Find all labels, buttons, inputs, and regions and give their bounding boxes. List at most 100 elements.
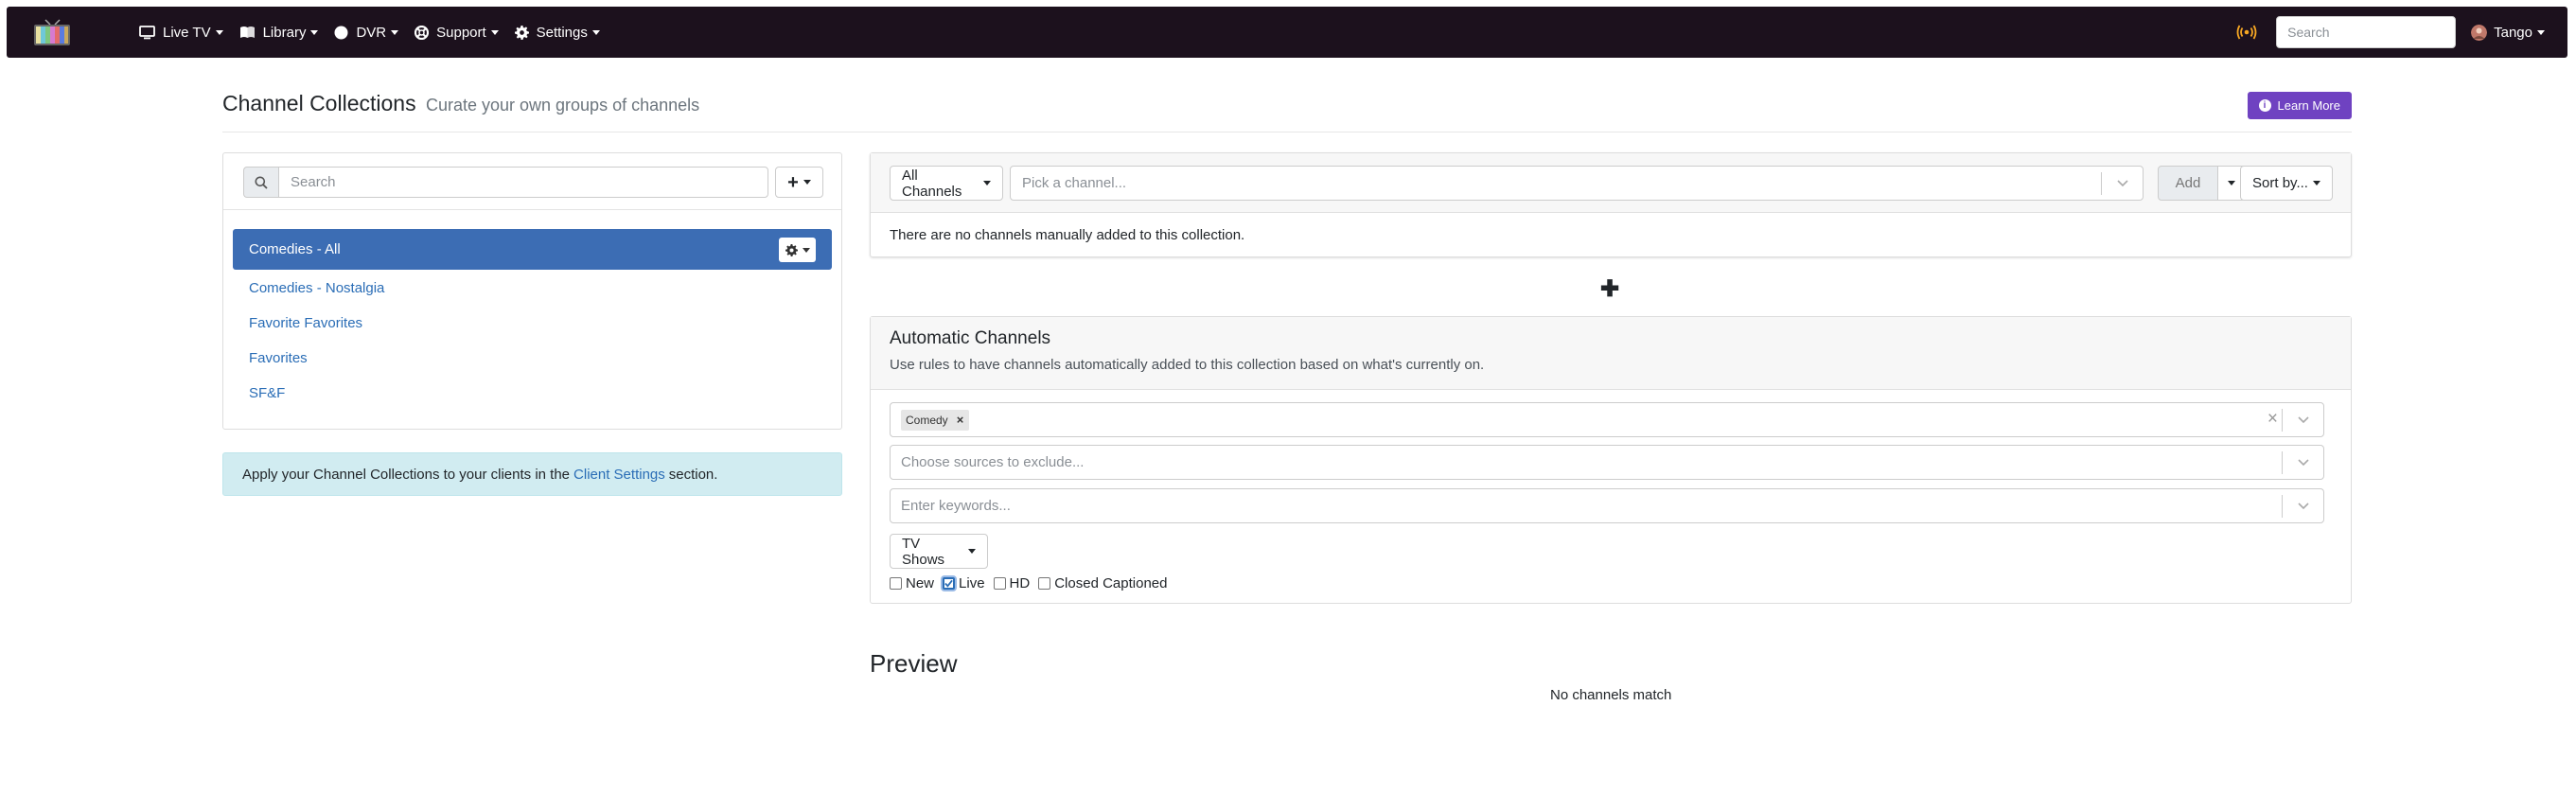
genre-tag-label: Comedy: [906, 413, 948, 427]
filter-hd[interactable]: HD: [993, 575, 1031, 591]
caret-down-icon: [2312, 181, 2320, 185]
note-suffix: section.: [668, 466, 718, 483]
client-settings-link[interactable]: Client Settings: [573, 467, 665, 483]
filter-label: New: [906, 575, 935, 591]
filter-live[interactable]: Live: [943, 575, 985, 591]
chevron-down-icon[interactable]: [2101, 172, 2143, 195]
collection-search-input[interactable]: [278, 167, 768, 198]
nav-support-label: Support: [436, 24, 486, 41]
main-menu: Live TV Library DVR Support Settings: [139, 7, 616, 58]
filter-label: HD: [1009, 575, 1031, 591]
collection-item-favorite-favorites[interactable]: Favorite Favorites: [233, 306, 832, 341]
nav-live-tv-label: Live TV: [163, 24, 211, 41]
page-title: Channel Collections Curate your own grou…: [222, 91, 699, 116]
collection-label: SF&F: [249, 385, 286, 401]
caret-down-icon: [591, 29, 600, 35]
collection-label: Favorite Favorites: [249, 315, 363, 331]
add-channel-button[interactable]: Add: [2158, 166, 2218, 201]
manual-channels-toolbar: All Channels Pick a channel... Add Sort …: [871, 153, 2351, 213]
collection-item-sff[interactable]: SF&F: [233, 376, 832, 411]
nav-library-label: Library: [262, 24, 307, 41]
search-icon: [243, 167, 278, 198]
nav-dvr[interactable]: DVR: [334, 24, 399, 41]
collection-list: Comedies - All Comedies - Nostalgia Favo…: [233, 229, 832, 411]
caret-down-icon: [490, 29, 499, 35]
channel-source-label: All Channels: [902, 167, 962, 200]
collection-label: Comedies - Nostalgia: [249, 280, 385, 296]
manual-channels-panel: All Channels Pick a channel... Add Sort …: [870, 152, 2352, 257]
nav-support[interactable]: Support: [415, 25, 499, 41]
add-collection-dropdown[interactable]: +: [775, 167, 823, 198]
add-rule-plus-icon[interactable]: ✚: [1600, 278, 1619, 301]
filter-closed-captioned[interactable]: Closed Captioned: [1038, 575, 1167, 591]
caret-down-icon: [215, 29, 223, 35]
gear-icon: [785, 243, 798, 256]
caret-down-icon: [803, 180, 811, 185]
filter-checkboxes: New Live HD Closed Captioned: [890, 575, 1175, 591]
chevron-down-icon[interactable]: [2282, 495, 2323, 518]
automatic-channels-subtitle: Use rules to have channels automatically…: [890, 357, 1485, 373]
collection-label: Favorites: [249, 350, 308, 366]
client-settings-note: Apply your Channel Collections to your c…: [222, 452, 842, 496]
collection-label: Comedies - All: [249, 241, 341, 257]
new-checkbox[interactable]: [890, 577, 902, 590]
content-type-dropdown[interactable]: TV Shows: [890, 534, 988, 569]
book-icon: [239, 26, 255, 38]
learn-more-button[interactable]: i Learn More: [2247, 92, 2352, 119]
automatic-channels-title: Automatic Channels: [890, 328, 1051, 348]
chevron-down-icon[interactable]: [2282, 409, 2323, 432]
sort-label: Sort by...: [2252, 175, 2308, 191]
keywords-placeholder: Enter keywords...: [901, 498, 1011, 514]
plus-icon: +: [787, 171, 799, 193]
preview-empty-text: No channels match: [1550, 687, 1672, 703]
navbar-right: Tango: [2236, 7, 2545, 58]
genre-tag: Comedy ×: [901, 409, 970, 431]
automatic-channels-header: Automatic Channels Use rules to have cha…: [871, 317, 2351, 390]
nav-settings[interactable]: Settings: [514, 25, 600, 41]
remove-tag-icon[interactable]: ×: [957, 413, 964, 427]
global-search-input[interactable]: [2276, 16, 2457, 48]
exclude-sources-select[interactable]: Choose sources to exclude...: [890, 445, 2324, 480]
channel-picker[interactable]: Pick a channel...: [1010, 166, 2144, 201]
caret-down-icon: [310, 29, 319, 35]
chevron-down-icon[interactable]: [2282, 451, 2323, 474]
collection-search-group: [243, 167, 768, 198]
page-title-text: Channel Collections: [222, 91, 416, 115]
closed-captioned-checkbox[interactable]: [1038, 577, 1051, 590]
exclude-sources-placeholder: Choose sources to exclude...: [901, 454, 1085, 470]
hd-checkbox[interactable]: [993, 577, 1006, 590]
channel-source-dropdown[interactable]: All Channels: [890, 166, 1003, 201]
add-channel-group: Add: [2158, 166, 2246, 201]
page-subtitle: Curate your own groups of channels: [425, 96, 700, 115]
sort-dropdown[interactable]: Sort by...: [2240, 166, 2333, 201]
channels-logo[interactable]: [31, 18, 73, 46]
broadcast-icon[interactable]: [2236, 25, 2257, 40]
gear-icon: [514, 25, 529, 40]
content-type-label: TV Shows: [902, 535, 945, 568]
collection-item-comedies-nostalgia[interactable]: Comedies - Nostalgia: [233, 271, 832, 306]
note-prefix: Apply your Channel Collections to your c…: [242, 466, 571, 483]
automatic-channels-panel: Automatic Channels Use rules to have cha…: [870, 316, 2352, 604]
collection-item-favorites[interactable]: Favorites: [233, 341, 832, 376]
user-menu[interactable]: Tango: [2471, 24, 2545, 41]
top-navbar: Live TV Library DVR Support Settings Tan: [7, 7, 2567, 58]
nav-live-tv[interactable]: Live TV: [139, 25, 223, 41]
clear-selection-icon[interactable]: ×: [2267, 410, 2278, 428]
caret-down-icon: [2537, 29, 2545, 35]
lifebuoy-icon: [415, 25, 430, 40]
keywords-select[interactable]: Enter keywords...: [890, 488, 2324, 523]
record-icon: [334, 26, 348, 39]
filter-new[interactable]: New: [890, 575, 934, 591]
filter-label: Closed Captioned: [1054, 575, 1168, 591]
live-checkbox[interactable]: [943, 577, 956, 590]
filter-label: Live: [959, 575, 985, 591]
collection-item-comedies-all[interactable]: Comedies - All: [233, 229, 832, 270]
collection-settings-dropdown[interactable]: [779, 238, 816, 262]
nav-library[interactable]: Library: [239, 25, 319, 41]
avatar: [2471, 24, 2488, 41]
genre-multiselect[interactable]: Comedy × ×: [890, 402, 2324, 437]
collections-toolbar: +: [223, 153, 841, 210]
nav-dvr-label: DVR: [356, 24, 387, 41]
caret-down-icon: [2228, 181, 2235, 185]
user-name: Tango: [2494, 24, 2532, 41]
